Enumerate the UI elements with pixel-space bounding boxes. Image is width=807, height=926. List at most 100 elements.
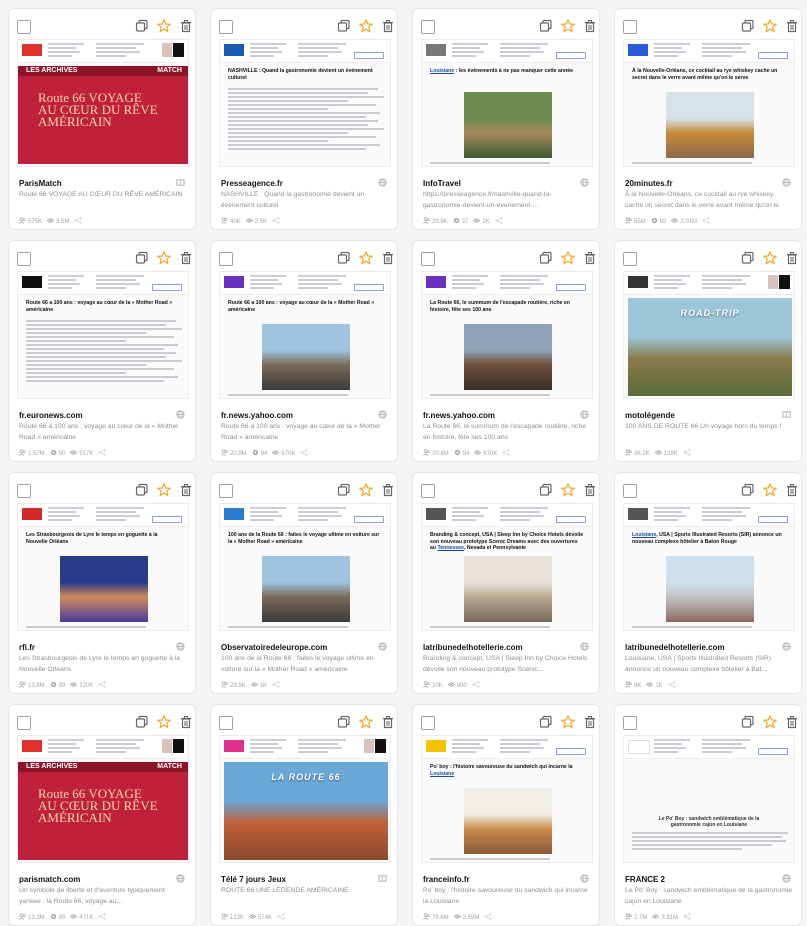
select-checkbox[interactable] [421,252,435,266]
select-checkbox[interactable] [421,716,435,730]
copy-icon[interactable] [539,483,553,497]
select-checkbox[interactable] [623,484,637,498]
clip-source[interactable]: FRANCE 2 [625,875,771,884]
share-icon[interactable] [98,913,106,920]
clip-thumbnail[interactable]: Les Strasbourgeois de Lyre le temps en g… [17,503,189,631]
clip-source[interactable]: fr.euronews.com [19,411,165,420]
trash-icon[interactable] [785,715,799,729]
trash-icon[interactable] [583,715,597,729]
share-icon[interactable] [484,913,492,920]
share-icon[interactable] [668,681,676,688]
trash-icon[interactable] [179,483,193,497]
select-checkbox[interactable] [623,252,637,266]
share-icon[interactable] [74,217,82,224]
trash-icon[interactable] [785,483,799,497]
clip-source[interactable]: Presseagence.fr [221,179,367,188]
copy-icon[interactable] [539,251,553,265]
clip-card[interactable]: ROAD-TRIP motolégende 100 ANS DE ROUTE 66 … [614,240,802,462]
select-checkbox[interactable] [17,252,31,266]
star-icon[interactable] [561,19,575,33]
star-icon[interactable] [359,19,373,33]
clip-thumbnail[interactable]: Po' boy : l'histoire savoureuse du sandw… [421,735,593,863]
select-checkbox[interactable] [219,484,233,498]
clip-thumbnail[interactable]: Louisiane, USA | Sports Illustrated Reso… [623,503,795,631]
clip-source[interactable]: motolégende [625,411,771,420]
copy-icon[interactable] [135,715,149,729]
copy-icon[interactable] [741,483,755,497]
copy-icon[interactable] [135,19,149,33]
clip-source[interactable]: parismatch.com [19,875,165,884]
clip-source[interactable]: franceinfo.fr [423,875,569,884]
trash-icon[interactable] [583,251,597,265]
clip-source[interactable]: InfoTravel [423,179,569,188]
star-icon[interactable] [359,251,373,265]
clip-source[interactable]: latribunedelhotellerie.com [423,643,569,652]
share-icon[interactable] [272,681,280,688]
copy-icon[interactable] [135,251,149,265]
copy-icon[interactable] [135,483,149,497]
star-icon[interactable] [359,483,373,497]
select-checkbox[interactable] [17,716,31,730]
clip-card[interactable]: LA ROUTE 66 Télé 7 jours Jeux ROUTE 66 UNE… [210,704,398,926]
clip-thumbnail[interactable]: Le Po' Boy : sandwich emblématique de la… [623,735,795,863]
clip-thumbnail[interactable]: À la Nouvelle-Orléans, ce cocktail au ry… [623,39,795,167]
clip-thumbnail[interactable]: NASHVILLE : Quand la gastronomie devient… [219,39,391,167]
clip-card[interactable]: Branding & concept, USA | Sleep Inn by C… [412,472,600,694]
copy-icon[interactable] [539,19,553,33]
clip-card[interactable]: À la Nouvelle-Orléans, ce cocktail au ry… [614,8,802,230]
select-checkbox[interactable] [17,20,31,34]
trash-icon[interactable] [381,251,395,265]
select-checkbox[interactable] [219,716,233,730]
copy-icon[interactable] [337,19,351,33]
clip-source[interactable]: rfi.fr [19,643,165,652]
select-checkbox[interactable] [623,716,637,730]
star-icon[interactable] [763,251,777,265]
copy-icon[interactable] [337,251,351,265]
clip-thumbnail[interactable]: Route 66 a 100 ans : voyage au cœur de l… [219,271,391,399]
clip-thumbnail[interactable]: LES ARCHIVES MATCH Route 66 VOYAGE AU CŒUR… [17,39,189,167]
select-checkbox[interactable] [421,484,435,498]
trash-icon[interactable] [381,715,395,729]
share-icon[interactable] [300,449,308,456]
clip-source[interactable]: ParisMatch [19,179,165,188]
star-icon[interactable] [157,715,171,729]
clip-card[interactable]: NASHVILLE : Quand la gastronomie devient… [210,8,398,230]
star-icon[interactable] [157,251,171,265]
clip-thumbnail[interactable]: Route 66 a 100 ans : voyage au cœur de l… [17,271,189,399]
copy-icon[interactable] [337,715,351,729]
clip-card[interactable]: Le Po' Boy : sandwich emblématique de la… [614,704,802,926]
clip-card[interactable]: LES ARCHIVES MATCH Route 66 VOYAGE AU CŒUR… [8,704,196,926]
star-icon[interactable] [157,483,171,497]
share-icon[interactable] [683,913,691,920]
share-icon[interactable] [98,681,106,688]
trash-icon[interactable] [179,19,193,33]
star-icon[interactable] [763,483,777,497]
share-icon[interactable] [702,217,710,224]
select-checkbox[interactable] [17,484,31,498]
clip-card[interactable]: Louisiane : les évènements à ne pas manq… [412,8,600,230]
copy-icon[interactable] [539,715,553,729]
star-icon[interactable] [561,715,575,729]
clip-source[interactable]: fr.news.yahoo.com [221,411,367,420]
clip-source[interactable]: Télé 7 jours Jeux [221,875,367,884]
select-checkbox[interactable] [421,20,435,34]
clip-card[interactable]: LES ARCHIVES MATCH Route 66 VOYAGE AU CŒUR… [8,8,196,230]
clip-card[interactable]: Po' boy : l'histoire savoureuse du sandw… [412,704,600,926]
share-icon[interactable] [495,217,503,224]
star-icon[interactable] [157,19,171,33]
star-icon[interactable] [763,19,777,33]
trash-icon[interactable] [381,483,395,497]
clip-source[interactable]: fr.news.yahoo.com [423,411,569,420]
select-checkbox[interactable] [219,20,233,34]
select-checkbox[interactable] [219,252,233,266]
clip-card[interactable]: Route 66 a 100 ans : voyage au cœur de l… [210,240,398,462]
trash-icon[interactable] [785,19,799,33]
clip-card[interactable]: Les Strasbourgeois de Lyre le temps en g… [8,472,196,694]
copy-icon[interactable] [741,251,755,265]
clip-card[interactable]: 100 ans de la Route 66 : faites le voyag… [210,472,398,694]
trash-icon[interactable] [583,483,597,497]
clip-thumbnail[interactable]: LES ARCHIVES MATCH Route 66 VOYAGE AU CŒUR… [17,735,189,863]
share-icon[interactable] [272,217,280,224]
clip-source[interactable]: latribunedelhotellerie.com [625,643,771,652]
select-checkbox[interactable] [623,20,637,34]
